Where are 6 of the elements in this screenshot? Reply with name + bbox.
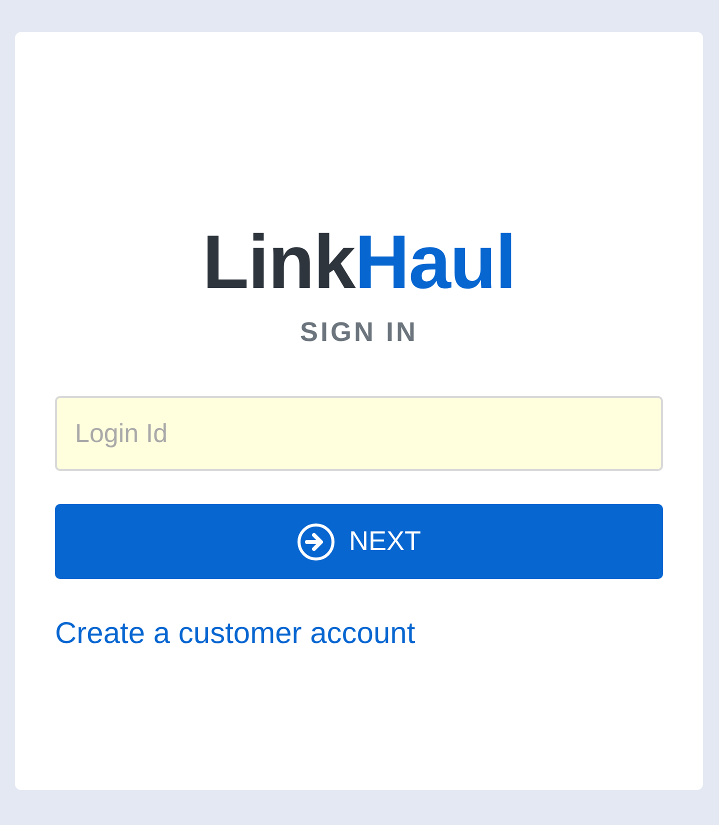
logo: LinkHaul [202, 219, 516, 307]
arrow-circle-icon [296, 522, 335, 560]
login-id-field[interactable]: Login Id [55, 396, 663, 471]
sign-in-heading: SIGN IN [300, 316, 418, 348]
create-account-link[interactable]: Create a customer account [55, 617, 416, 651]
next-button[interactable]: NEXT [55, 504, 663, 579]
